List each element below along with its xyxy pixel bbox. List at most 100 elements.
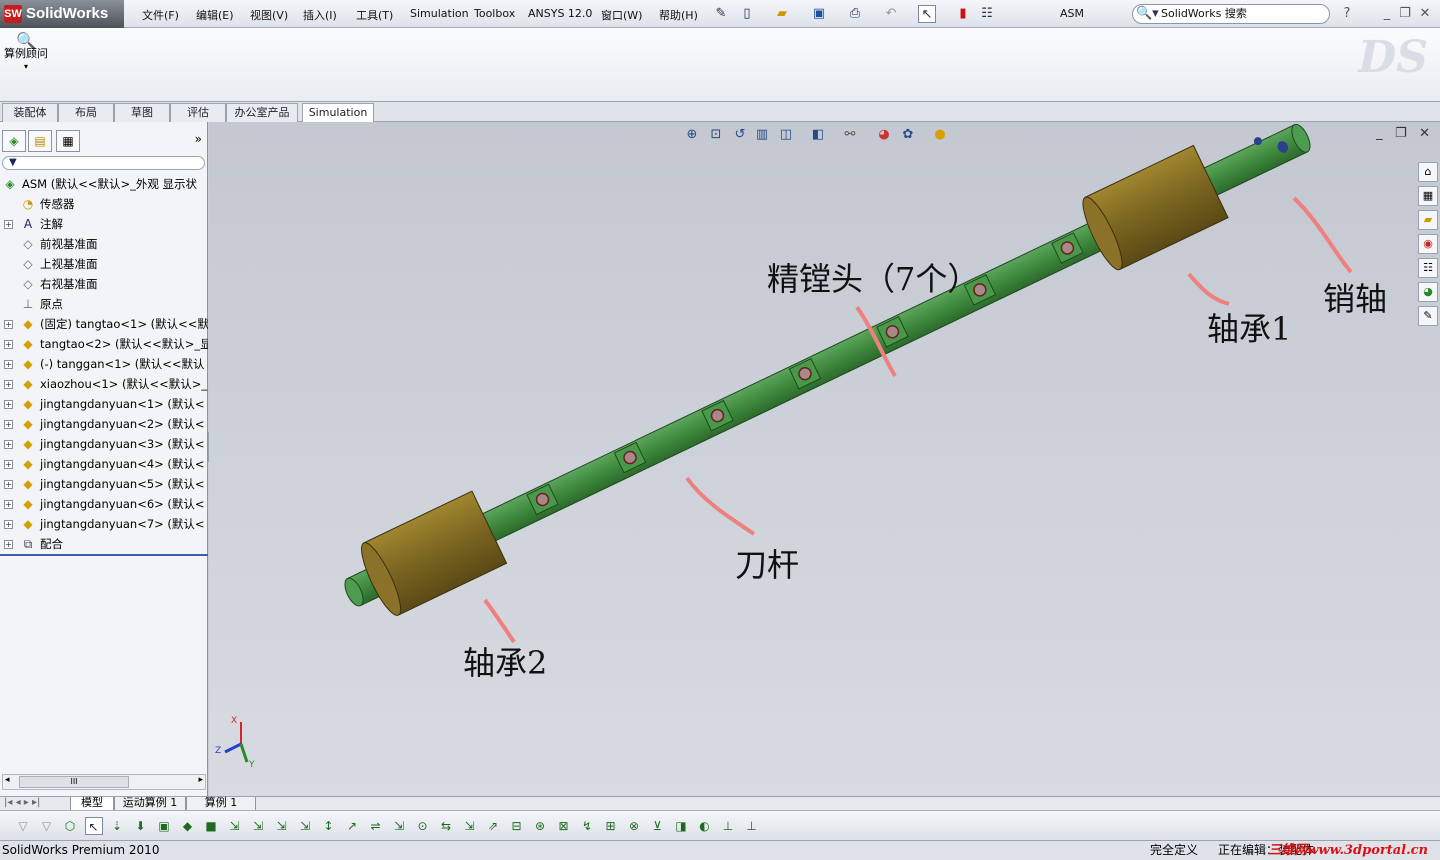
tab-evaluate[interactable]: 评估 (170, 103, 226, 122)
expand-toggle-icon[interactable]: + (4, 220, 13, 229)
horizontal-scrollbar[interactable]: ◂ III ▸ (2, 774, 206, 790)
bearing-icon[interactable]: ⇲ (461, 817, 479, 835)
tree-node[interactable]: ⊥ 原点 (0, 294, 208, 314)
expand-toggle-icon[interactable]: + (4, 520, 13, 529)
fixture-icon[interactable]: ⇣ (108, 817, 126, 835)
tab-sketch[interactable]: 草图 (114, 103, 170, 122)
menu-edit[interactable]: 编辑(E) (196, 7, 234, 23)
options-icon[interactable]: ☷ (978, 5, 996, 23)
select-arrow-icon[interactable]: ↖ (918, 5, 936, 23)
minimize-icon[interactable]: _ (1378, 5, 1396, 23)
bolt-icon[interactable]: ⊙ (414, 817, 432, 835)
study-advisor-button[interactable]: 🔍 算例顾问 ▾ (4, 32, 48, 96)
tree-node[interactable]: + A 注解 (0, 214, 208, 234)
expand-toggle-icon[interactable]: + (4, 320, 13, 329)
expand-toggle-icon[interactable]: + (4, 420, 13, 429)
tree-node[interactable]: ◈ ASM (默认<<默认>_外观 显示状 (0, 174, 208, 194)
tree-filter[interactable]: ▼ (2, 156, 205, 170)
tree-node[interactable]: + ◆ (-) tanggan<1> (默认<<默认 (0, 354, 208, 374)
tree-node[interactable]: + ◆ (固定) tangtao<1> (默认<<默 (0, 314, 208, 334)
run-icon[interactable]: ■ (202, 817, 220, 835)
expand-toggle-icon[interactable]: + (4, 400, 13, 409)
filter-icon[interactable]: ▽ (14, 817, 32, 835)
result-icon[interactable]: ⇲ (273, 817, 291, 835)
scroll-right-icon[interactable]: ▸ (198, 775, 203, 785)
expand-toggle-icon[interactable]: + (4, 480, 13, 489)
spring-icon[interactable]: ⇆ (437, 817, 455, 835)
assembly-model[interactable] (209, 122, 1440, 796)
menu-file[interactable]: 文件(F) (142, 7, 179, 23)
rebuild-traffic-light-icon[interactable]: ▮ (954, 5, 972, 23)
connector-icon[interactable]: ⇲ (390, 817, 408, 835)
feature-tree-tab-icon[interactable]: ◈ (2, 130, 26, 152)
select-icon[interactable]: ↖ (84, 817, 103, 835)
expand-toggle-icon[interactable]: + (4, 460, 13, 469)
menu-toolbox[interactable]: Toolbox (474, 7, 515, 20)
pin-icon[interactable]: ⇗ (484, 817, 502, 835)
tree-node[interactable]: + ◆ jingtangdanyuan<1> (默认< (0, 394, 208, 414)
tree-node[interactable]: ◇ 右视基准面 (0, 274, 208, 294)
menu-simulation[interactable]: Simulation (410, 7, 469, 20)
material-icon[interactable]: ◆ (179, 817, 197, 835)
result-icon[interactable]: ⇲ (296, 817, 314, 835)
mesh-icon[interactable]: ▣ (155, 817, 173, 835)
tree-node[interactable]: + ◆ jingtangdanyuan<2> (默认< (0, 414, 208, 434)
force-icon[interactable]: ↯ (578, 817, 596, 835)
section-icon[interactable]: ⊥ (743, 817, 761, 835)
close-icon[interactable]: ✕ (1416, 5, 1434, 23)
save-icon[interactable]: ▣ (810, 5, 828, 23)
tree-node[interactable]: ◇ 上视基准面 (0, 254, 208, 274)
scroll-thumb[interactable]: III (19, 776, 129, 788)
tree-node[interactable]: + ◆ xiaozhou<1> (默认<<默认>_ (0, 374, 208, 394)
tab-layout[interactable]: 布局 (58, 103, 114, 122)
arrow-icon[interactable]: ↗ (343, 817, 361, 835)
options-icon[interactable]: ⬡ (61, 817, 79, 835)
gravity-icon[interactable]: ⊻ (649, 817, 667, 835)
menu-window[interactable]: 窗口(W) (601, 7, 642, 23)
result-icon[interactable]: ⇲ (249, 817, 267, 835)
tree-node[interactable]: ◔ 传感器 (0, 194, 208, 214)
menu-tools[interactable]: 工具(T) (356, 7, 393, 23)
menu-insert[interactable]: 插入(I) (303, 7, 337, 23)
contact-icon[interactable]: ⇌ (367, 817, 385, 835)
mass-icon[interactable]: ⊠ (555, 817, 573, 835)
print-icon[interactable]: ⎙ (846, 5, 864, 23)
weld-icon[interactable]: ⊛ (531, 817, 549, 835)
expand-panel-icon[interactable]: » (195, 132, 202, 146)
tree-node[interactable]: + ⧉ 配合 (0, 534, 208, 554)
menu-ansys[interactable]: ANSYS 12.0 (528, 7, 592, 20)
tree-node[interactable]: + ◆ jingtangdanyuan<3> (默认< (0, 434, 208, 454)
load-icon[interactable]: ⬇ (132, 817, 150, 835)
tree-node[interactable]: + ◆ jingtangdanyuan<4> (默认< (0, 454, 208, 474)
help-icon[interactable]: ? (1338, 5, 1356, 23)
config-tab-icon[interactable]: ▦ (56, 130, 80, 152)
tab-study[interactable]: 算例 1 (186, 797, 256, 811)
result-icon[interactable]: ⇲ (226, 817, 244, 835)
menu-view[interactable]: 视图(V) (250, 7, 288, 23)
tree-node[interactable]: + ◆ tangtao<2> (默认<<默认>_显 (0, 334, 208, 354)
rigid-icon[interactable]: ⊟ (508, 817, 526, 835)
tree-node[interactable]: ◇ 前视基准面 (0, 234, 208, 254)
scroll-left-icon[interactable]: ◂ (5, 775, 10, 785)
new-document-icon[interactable]: ▯ (738, 5, 756, 23)
expand-toggle-icon[interactable]: + (4, 360, 13, 369)
tab-motion-study[interactable]: 运动算例 1 (114, 797, 186, 811)
expand-toggle-icon[interactable]: + (4, 500, 13, 509)
tab-simulation[interactable]: Simulation (302, 103, 374, 123)
tab-assembly[interactable]: 装配体 (2, 103, 58, 122)
restore-icon[interactable]: ❐ (1396, 5, 1414, 23)
axis-icon[interactable]: ↕ (320, 817, 338, 835)
torque-icon[interactable]: ⊗ (625, 817, 643, 835)
tab-model[interactable]: 模型 (70, 797, 114, 811)
pressure-icon[interactable]: ⊞ (602, 817, 620, 835)
pin-icon[interactable]: ✎ (712, 5, 730, 23)
expand-toggle-icon[interactable]: + (4, 440, 13, 449)
expand-toggle-icon[interactable]: + (4, 340, 13, 349)
tab-nav-arrows-icon[interactable]: |◂ ◂ ▸ ▸| (4, 797, 40, 808)
tree-node[interactable]: + ◆ jingtangdanyuan<5> (默认< (0, 474, 208, 494)
probe-icon[interactable]: ◨ (672, 817, 690, 835)
property-tab-icon[interactable]: ▤ (28, 130, 52, 152)
expand-toggle-icon[interactable]: + (4, 540, 13, 549)
menu-help[interactable]: 帮助(H) (659, 7, 698, 23)
tab-office-products[interactable]: 办公室产品 (226, 103, 298, 122)
